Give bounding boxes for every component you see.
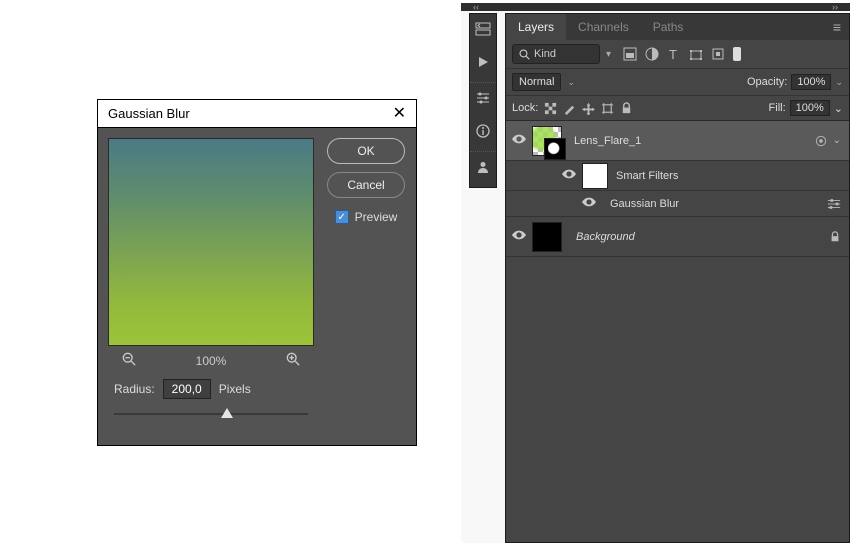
opacity-input[interactable]: 100% [791,74,831,90]
slider-thumb-icon[interactable] [221,408,233,418]
layer-thumbnail[interactable] [532,222,562,252]
layer-list: Lens_Flare_1 ⌄ Smart Filters Gaussian Bl… [506,121,849,257]
fill-label: Fill: [769,102,786,114]
opacity-label: Opacity: [747,76,787,88]
preview-label: Preview [355,210,398,224]
layer-mask-thumbnail[interactable] [544,138,566,160]
lock-label: Lock: [512,102,538,114]
info-icon[interactable] [476,124,490,143]
radius-input[interactable] [163,379,211,399]
lock-icon [829,231,841,243]
panel-tabs: Layers Channels Paths ≡ [506,14,849,40]
ok-button[interactable]: OK [327,138,405,164]
filter-type-icon[interactable]: T [667,47,681,61]
filter-name[interactable]: Gaussian Blur [610,198,827,210]
layer-name[interactable]: Background [576,231,829,243]
lock-artboard-icon[interactable] [601,102,614,115]
filter-adjustment-icon[interactable] [645,47,659,61]
layer-row-lens-flare[interactable]: Lens_Flare_1 ⌄ [506,121,849,161]
checkbox-checked-icon[interactable]: ✓ [335,210,349,224]
panel-cluster: ‹‹ ›› Layers Channels Paths ≡ Kind ▾ [461,3,850,543]
actions-play-icon[interactable] [476,55,490,74]
zoom-out-icon[interactable] [122,352,136,369]
layer-row-background[interactable]: Background [506,217,849,257]
lock-all-icon[interactable] [620,102,633,115]
layer-name[interactable]: Lens_Flare_1 [574,135,815,147]
radius-label: Radius: [114,382,155,396]
filter-row-gaussian-blur[interactable]: Gaussian Blur [506,191,849,217]
tab-layers[interactable]: Layers [506,14,566,40]
lock-transparency-icon[interactable] [544,102,557,115]
visibility-toggle[interactable] [506,134,532,147]
preview-checkbox-row[interactable]: ✓ Preview [335,210,398,224]
svg-text:T: T [669,47,677,61]
icon-dock [469,13,497,188]
radius-slider[interactable] [114,405,308,423]
collapse-filters-icon[interactable]: ⌄ [833,135,841,146]
adjustments-icon[interactable] [475,91,491,110]
blend-mode-value: Normal [519,76,554,88]
lock-pixels-icon[interactable] [563,102,576,115]
layer-filter-row: Kind ▾ T [506,40,849,69]
blur-preview[interactable] [108,138,314,346]
chevron-down-icon[interactable]: ▾ [606,49,611,60]
layers-panel: Layers Channels Paths ≡ Kind ▾ T Normal [505,13,850,543]
visibility-toggle[interactable] [506,230,532,243]
filter-blend-options-icon[interactable] [827,198,841,210]
tab-paths[interactable]: Paths [641,14,696,40]
chevron-down-icon[interactable]: ⌄ [835,77,843,88]
filter-mask-thumbnail[interactable] [582,163,608,189]
cancel-button[interactable]: Cancel [327,172,405,198]
smart-filters-label: Smart Filters [616,170,849,182]
dock-collapse-right-icon[interactable]: ›› [832,2,838,12]
tab-channels[interactable]: Channels [566,14,641,40]
filter-smartobj-icon[interactable] [711,47,725,61]
dock-collapse-left-icon[interactable]: ‹‹ [473,2,479,12]
smart-object-icon [815,135,827,147]
filter-toggle-icon[interactable] [733,47,741,61]
zoom-percent: 100% [196,354,227,368]
lock-position-icon[interactable] [582,102,595,115]
filter-kind-label: Kind [534,48,556,60]
filter-shape-icon[interactable] [689,47,703,61]
visibility-toggle[interactable] [556,169,582,182]
dialog-titlebar[interactable]: Gaussian Blur ✕ [98,100,416,128]
chevron-down-icon[interactable]: ⌄ [567,77,575,88]
filter-kind-select[interactable]: Kind [512,44,600,64]
dialog-title: Gaussian Blur [108,100,190,128]
person-icon[interactable] [476,160,490,179]
smart-filters-row[interactable]: Smart Filters [506,161,849,191]
visibility-toggle[interactable] [576,197,602,210]
search-icon [519,49,530,60]
radius-unit: Pixels [219,382,251,396]
gaussian-blur-dialog: Gaussian Blur ✕ 100% Radius: Pixels [97,99,417,446]
close-icon[interactable]: ✕ [393,100,406,128]
fill-input[interactable]: 100% [790,100,830,116]
history-icon[interactable] [475,22,491,41]
chevron-down-icon[interactable]: ⌄ [834,102,843,115]
panel-menu-icon[interactable]: ≡ [825,19,849,35]
zoom-in-icon[interactable] [286,352,300,369]
filter-pixel-icon[interactable] [623,47,637,61]
blend-mode-select[interactable]: Normal [512,73,561,91]
